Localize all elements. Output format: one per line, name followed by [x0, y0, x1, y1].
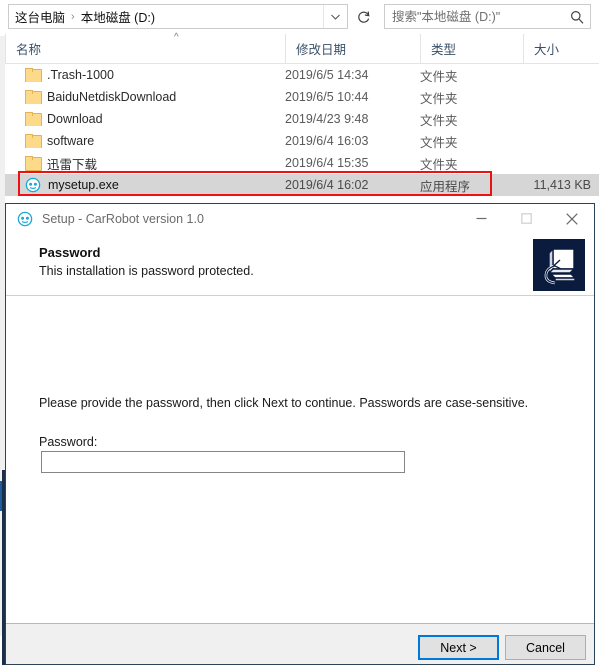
file-row[interactable]: software 2019/6/4 16:03 文件夹	[0, 130, 599, 152]
folder-icon	[25, 90, 42, 104]
dialog-header: Password This installation is password p…	[6, 234, 594, 296]
address-field[interactable]: 这台电脑 › 本地磁盘 (D:)	[8, 4, 348, 29]
search-input[interactable]	[385, 6, 564, 27]
carrobot-app-icon	[17, 211, 33, 227]
page-title: Password	[39, 245, 101, 260]
file-type-cell: 文件夹	[420, 157, 458, 172]
file-row[interactable]: mysetup.exe 2019/6/4 16:02 应用程序 11,413 KB	[0, 174, 599, 196]
column-header-size-label: 大小	[534, 43, 560, 57]
file-name-cell: Download	[0, 112, 285, 126]
password-input[interactable]	[42, 452, 404, 472]
file-name-label: Download	[47, 112, 103, 126]
file-name-label: BaiduNetdiskDownload	[47, 90, 177, 104]
column-headers: 名称 ^ 修改日期 类型 大小	[0, 32, 599, 64]
exe-icon	[25, 177, 41, 193]
file-row[interactable]: 迅雷下载 2019/6/4 15:35 文件夹	[0, 152, 599, 174]
close-icon[interactable]	[549, 204, 594, 234]
file-name-label: .Trash-1000	[47, 68, 114, 82]
dialog-title-bar[interactable]: Setup - CarRobot version 1.0	[6, 204, 594, 234]
file-date-cell: 2019/6/5 10:44	[285, 90, 369, 104]
breadcrumb-item-local-disk-d[interactable]: 本地磁盘 (D:)	[81, 7, 155, 26]
folder-icon	[25, 134, 42, 148]
breadcrumb-item-this-pc[interactable]: 这台电脑	[15, 7, 65, 26]
search-field[interactable]	[384, 4, 591, 29]
window-controls	[459, 204, 594, 234]
folder-icon	[25, 155, 42, 171]
file-date-cell: 2019/6/4 16:03	[285, 134, 369, 148]
column-header-name-label: 名称	[16, 43, 42, 57]
screen: 这台电脑 › 本地磁盘 (D:) 搜索"本地磁盘 (D:)" 名称 ^ 修改日期…	[0, 0, 599, 665]
password-input-wrap[interactable]	[41, 451, 405, 473]
sort-ascending-icon: ^	[174, 32, 179, 43]
minimize-icon[interactable]	[459, 204, 504, 234]
maximize-icon[interactable]	[504, 204, 549, 234]
file-size-cell: 11,413 KB	[533, 178, 591, 192]
search-icon[interactable]	[564, 10, 590, 24]
folder-icon	[25, 112, 42, 126]
file-name-cell: BaiduNetdiskDownload	[0, 90, 285, 104]
file-name-cell: .Trash-1000	[0, 68, 285, 82]
file-row[interactable]: .Trash-1000 2019/6/5 14:34 文件夹	[0, 64, 599, 86]
file-date-cell: 2019/6/5 14:34	[285, 68, 369, 82]
computer-install-icon	[533, 239, 585, 291]
file-list: .Trash-1000 2019/6/5 14:34 文件夹 BaiduNetdisk…	[0, 64, 599, 199]
file-name-cell: mysetup.exe	[0, 177, 285, 193]
file-name-label: software	[47, 134, 95, 148]
chevron-down-icon[interactable]	[323, 5, 347, 28]
file-type-cell: 文件夹	[420, 113, 458, 128]
refresh-icon[interactable]	[352, 4, 376, 29]
file-name-cell: 迅雷下载	[0, 154, 285, 173]
cancel-button[interactable]: Cancel	[505, 635, 586, 660]
dialog-body: Please provide the password, then click …	[6, 296, 594, 623]
file-type-cell: 文件夹	[420, 69, 458, 84]
column-header-size[interactable]: 大小	[523, 34, 599, 63]
column-header-date-label: 修改日期	[296, 43, 347, 57]
file-row[interactable]: Download 2019/4/23 9:48 文件夹	[0, 108, 599, 130]
dialog-title: Setup - CarRobot version 1.0	[42, 211, 204, 226]
page-subtitle: This installation is password protected.	[39, 264, 254, 278]
file-date-cell: 2019/6/4 16:02	[285, 178, 369, 192]
file-date-cell: 2019/6/4 15:35	[285, 156, 369, 170]
file-name-cell: software	[0, 134, 285, 148]
setup-dialog: Setup - CarRobot version 1.0 Password Th…	[5, 203, 595, 665]
file-row[interactable]: BaiduNetdiskDownload 2019/6/5 10:44 文件夹	[0, 86, 599, 108]
column-header-date[interactable]: 修改日期	[285, 34, 420, 63]
breadcrumb: 这台电脑 › 本地磁盘 (D:)	[9, 7, 323, 26]
file-date-cell: 2019/4/23 9:48	[285, 112, 369, 126]
file-type-cell: 应用程序	[420, 179, 471, 194]
file-name-label: mysetup.exe	[48, 178, 119, 192]
column-header-type-label: 类型	[431, 43, 457, 57]
explorer-address-bar: 这台电脑 › 本地磁盘 (D:)	[0, 0, 599, 34]
file-type-cell: 文件夹	[420, 91, 458, 106]
column-header-name[interactable]: 名称 ^	[5, 32, 285, 63]
file-name-label: 迅雷下载	[47, 157, 98, 172]
password-label: Password:	[39, 435, 98, 449]
dialog-footer: Next > Cancel	[6, 623, 594, 664]
password-instruction: Please provide the password, then click …	[39, 396, 529, 410]
column-header-type[interactable]: 类型	[420, 34, 523, 63]
breadcrumb-separator: ›	[71, 10, 75, 23]
next-button[interactable]: Next >	[418, 635, 499, 660]
folder-icon	[25, 68, 42, 82]
file-type-cell: 文件夹	[420, 135, 458, 150]
